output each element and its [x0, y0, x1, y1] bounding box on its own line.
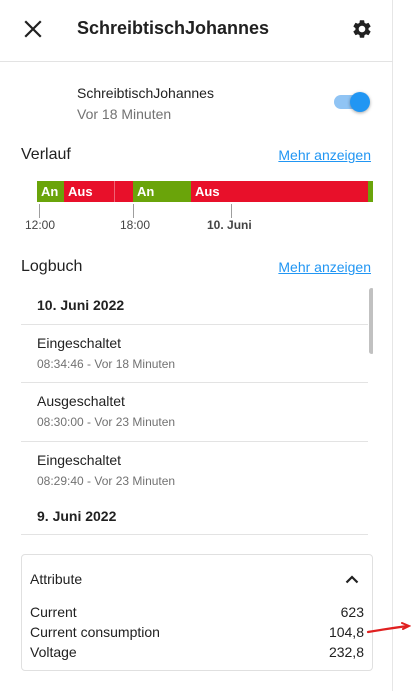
attribute-row: Current consumption 104,8	[30, 624, 364, 640]
timeline-segment-on[interactable]: An	[37, 181, 64, 202]
attribute-value: 623	[340, 604, 364, 620]
more-info-dialog: SchreibtischJohannes SchreibtischJohanne…	[0, 0, 393, 691]
entity-name: SchreibtischJohannes	[77, 85, 214, 101]
close-button[interactable]	[18, 14, 48, 44]
entity-toggle[interactable]	[332, 92, 370, 112]
divider	[21, 324, 368, 325]
logbook-list[interactable]: 10. Juni 2022 Eingeschaltet 08:34:46 - V…	[21, 285, 373, 535]
history-more-link[interactable]: Mehr anzeigen	[278, 147, 371, 163]
timeline-segment-on[interactable]	[368, 181, 373, 202]
entity-last-changed: Vor 18 Minuten	[77, 106, 172, 122]
history-title: Verlauf	[21, 146, 71, 163]
logbook-entry-title: Eingeschaltet	[37, 452, 122, 468]
attribute-row: Current 623	[30, 604, 364, 620]
divider	[21, 382, 368, 383]
logbook-date-header: 9. Juni 2022	[37, 508, 117, 524]
collapse-button[interactable]	[342, 569, 362, 589]
divider	[21, 441, 368, 442]
attribute-value: 104,8	[328, 624, 364, 640]
chevron-up-icon	[345, 575, 359, 584]
history-timeline[interactable]: An Aus An Aus	[37, 181, 373, 202]
divider	[21, 534, 368, 535]
logbook-scrollbar[interactable]	[369, 288, 373, 354]
attribute-name: Current consumption	[30, 624, 160, 640]
logbook-date-header: 10. Juni 2022	[37, 297, 125, 313]
gear-icon	[353, 20, 371, 38]
dialog-title: SchreibtischJohannes	[77, 18, 270, 38]
axis-tick	[39, 204, 40, 218]
dialog-header: SchreibtischJohannes	[0, 0, 393, 62]
logbook-entry-time: 08:30:00 - Vor 23 Minuten	[37, 415, 176, 429]
timeline-segment-off[interactable]: Aus	[64, 181, 114, 202]
timeline-segment-on[interactable]: An	[133, 181, 191, 202]
settings-button[interactable]	[347, 14, 377, 44]
toggle-knob	[350, 92, 370, 112]
attribute-value: 232,8	[328, 644, 364, 660]
annotation-arrow	[366, 622, 411, 634]
logbook-entry-title: Eingeschaltet	[37, 335, 122, 351]
timeline-segment-off[interactable]	[114, 181, 133, 202]
attributes-title[interactable]: Attribute	[30, 571, 82, 587]
axis-tick	[133, 204, 134, 218]
close-icon	[24, 20, 42, 38]
logbook-entry-time: 08:29:40 - Vor 23 Minuten	[37, 474, 176, 488]
timeline-segment-off[interactable]: Aus	[191, 181, 368, 202]
attribute-name: Voltage	[30, 644, 77, 660]
attributes-panel: Attribute Current 623 Current consumptio…	[21, 554, 373, 671]
attribute-name: Current	[30, 604, 77, 620]
logbook-entry-title: Ausgeschaltet	[37, 393, 125, 409]
logbook-more-link[interactable]: Mehr anzeigen	[278, 259, 371, 275]
axis-tick-label: 10. Juni	[207, 218, 252, 232]
attribute-row: Voltage 232,8	[30, 644, 364, 660]
axis-tick	[231, 204, 232, 218]
axis-tick-label: 18:00	[120, 218, 151, 232]
logbook-entry-time: 08:34:46 - Vor 18 Minuten	[37, 357, 176, 371]
axis-tick-label: 12:00	[25, 218, 56, 232]
logbook-title: Logbuch	[21, 258, 83, 275]
